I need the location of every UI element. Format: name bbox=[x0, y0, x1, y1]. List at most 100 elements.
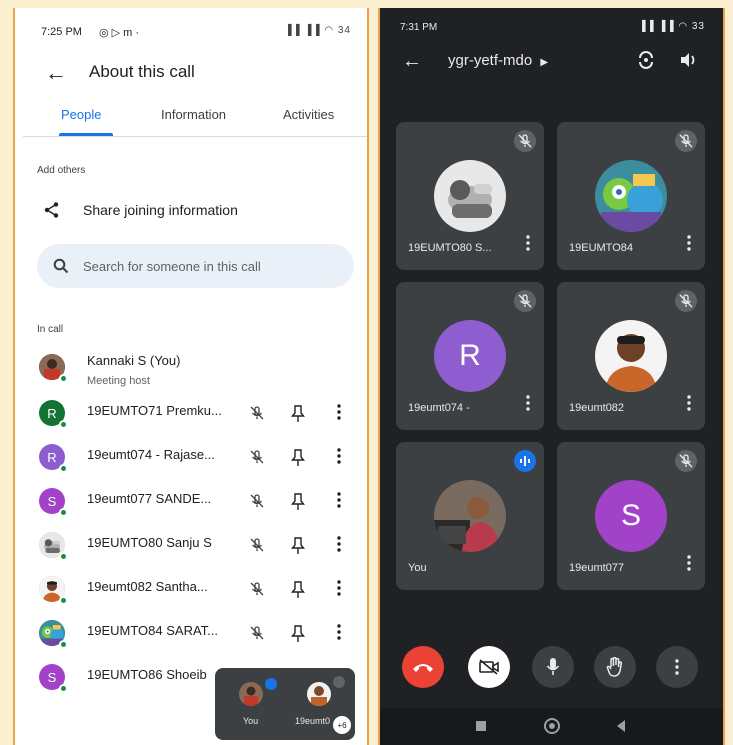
online-indicator bbox=[59, 420, 68, 429]
meeting-screen: 7:31 PM ▐▐ ▐▐ ◠ 33 ← ygr-yetf-mdo ▶ 19EU… bbox=[378, 8, 725, 745]
participant-name: Kannaki S (You) bbox=[87, 353, 181, 368]
pin-icon[interactable] bbox=[291, 405, 305, 428]
more-vert-icon[interactable] bbox=[337, 536, 341, 557]
search-input[interactable]: Search for someone in this call bbox=[37, 244, 354, 288]
online-indicator bbox=[59, 684, 68, 693]
more-vert-icon[interactable] bbox=[337, 624, 341, 645]
more-vert-icon[interactable] bbox=[337, 448, 341, 469]
participant-row[interactable]: 19EUMTO80 Sanju S bbox=[39, 528, 359, 568]
avatar-initial: S bbox=[47, 493, 57, 509]
mic-off-icon bbox=[675, 290, 697, 312]
participant-name: 19eumt074 - Rajase... bbox=[87, 447, 215, 462]
back-nav-icon[interactable] bbox=[616, 720, 626, 732]
pip-more-count: +6 bbox=[333, 716, 351, 734]
mic-off-icon[interactable] bbox=[249, 537, 265, 558]
tab-information[interactable]: Information bbox=[161, 107, 226, 122]
mic-off-icon[interactable] bbox=[249, 625, 265, 646]
camera-toggle-button[interactable] bbox=[468, 646, 510, 688]
participant-host[interactable]: Kannaki S (You) Meeting host bbox=[39, 350, 359, 390]
participant-name: 19eumt082 Santha... bbox=[87, 579, 208, 594]
search-icon bbox=[53, 258, 69, 274]
participant-tile[interactable]: 19EUMTO84 bbox=[557, 122, 705, 270]
avatar bbox=[595, 160, 667, 232]
page-title: About this call bbox=[89, 62, 195, 81]
online-indicator bbox=[59, 596, 68, 605]
tile-name: 19EUMTO84 bbox=[569, 242, 633, 254]
add-others-label: Add others bbox=[37, 165, 86, 176]
avatar: S bbox=[595, 480, 667, 552]
speaker-icon[interactable] bbox=[678, 50, 698, 70]
participant-row[interactable]: S 19eumt077 SANDE... bbox=[39, 484, 359, 524]
avatar-initial: R bbox=[459, 339, 481, 372]
online-indicator bbox=[59, 464, 68, 473]
online-indicator bbox=[59, 552, 68, 561]
microphone-icon bbox=[546, 658, 560, 675]
share-icon bbox=[44, 202, 59, 218]
more-vert-icon[interactable] bbox=[687, 235, 691, 256]
participant-tile[interactable]: S 19eumt077 bbox=[557, 442, 705, 590]
in-call-label: In call bbox=[37, 324, 64, 335]
status-time: 7:25 PM bbox=[41, 26, 82, 38]
tile-name: 19EUMTO80 S... bbox=[408, 242, 492, 254]
participant-role: Meeting host bbox=[87, 375, 150, 387]
mic-off-icon[interactable] bbox=[249, 449, 265, 470]
mic-off-icon bbox=[514, 130, 536, 152]
recents-icon[interactable] bbox=[476, 721, 486, 731]
avatar bbox=[434, 160, 506, 232]
share-joining-info-button[interactable]: Share joining information bbox=[43, 201, 238, 219]
avatar-initial: R bbox=[47, 449, 57, 465]
pin-icon[interactable] bbox=[291, 449, 305, 472]
avatar: R bbox=[434, 320, 506, 392]
pin-icon[interactable] bbox=[291, 625, 305, 648]
participant-row[interactable]: 19EUMTO84 SARAT... bbox=[39, 616, 359, 656]
more-vert-icon[interactable] bbox=[337, 404, 341, 425]
mic-off-icon[interactable] bbox=[249, 581, 265, 602]
tile-name: 19eumt074 - bbox=[408, 402, 470, 414]
picture-in-picture-preview[interactable]: You 19eumt0 +6 bbox=[215, 668, 355, 740]
more-vert-icon[interactable] bbox=[337, 492, 341, 513]
meeting-code-button[interactable]: ygr-yetf-mdo ▶ bbox=[448, 52, 548, 69]
switch-camera-icon[interactable] bbox=[636, 50, 656, 70]
participant-name: 19EUMTO80 Sanju S bbox=[87, 535, 212, 550]
avatar bbox=[434, 480, 506, 552]
avatar-initial: S bbox=[620, 499, 641, 532]
tab-activities[interactable]: Activities bbox=[283, 107, 334, 122]
raise-hand-button[interactable] bbox=[594, 646, 636, 688]
online-indicator bbox=[59, 374, 68, 383]
more-vert-icon[interactable] bbox=[526, 395, 530, 416]
pin-icon[interactable] bbox=[291, 493, 305, 516]
participant-row[interactable]: R 19eumt074 - Rajase... bbox=[39, 440, 359, 480]
participant-tile[interactable]: R 19eumt074 - bbox=[396, 282, 544, 430]
participant-tile[interactable]: 19EUMTO80 S... bbox=[396, 122, 544, 270]
participant-row[interactable]: R 19EUMTO71 Premku... bbox=[39, 396, 359, 436]
more-vert-icon[interactable] bbox=[337, 580, 341, 601]
more-options-button[interactable] bbox=[656, 646, 698, 688]
participant-tile[interactable]: You bbox=[396, 442, 544, 590]
pip-you-avatar bbox=[239, 682, 263, 706]
more-vert-icon[interactable] bbox=[687, 395, 691, 416]
online-indicator bbox=[59, 640, 68, 649]
participant-tile[interactable]: 19eumt082 bbox=[557, 282, 705, 430]
end-call-button[interactable] bbox=[402, 646, 444, 688]
back-arrow-icon[interactable]: ← bbox=[402, 50, 422, 73]
microphone-button[interactable] bbox=[532, 646, 574, 688]
meeting-code: ygr-yetf-mdo bbox=[448, 52, 533, 69]
pin-icon[interactable] bbox=[291, 581, 305, 604]
home-icon[interactable] bbox=[544, 718, 560, 734]
mic-off-icon[interactable] bbox=[249, 493, 265, 514]
pip-other-label: 19eumt0 bbox=[295, 716, 331, 726]
more-vert-icon[interactable] bbox=[687, 555, 691, 576]
tab-indicator bbox=[59, 133, 113, 136]
participant-name: 19EUMTO86 Shoeib bbox=[87, 667, 207, 682]
pin-icon[interactable] bbox=[291, 537, 305, 560]
participant-row[interactable]: 19eumt082 Santha... bbox=[39, 572, 359, 612]
mic-off-icon bbox=[514, 290, 536, 312]
back-arrow-icon[interactable]: ← bbox=[45, 62, 67, 84]
mic-off-icon[interactable] bbox=[249, 405, 265, 426]
share-label: Share joining information bbox=[83, 202, 238, 218]
tab-people[interactable]: People bbox=[61, 107, 101, 122]
tile-name: 19eumt082 bbox=[569, 402, 625, 414]
more-vert-icon[interactable] bbox=[526, 235, 530, 256]
tile-name: 19eumt077 bbox=[569, 562, 625, 574]
status-time: 7:31 PM bbox=[400, 22, 438, 33]
